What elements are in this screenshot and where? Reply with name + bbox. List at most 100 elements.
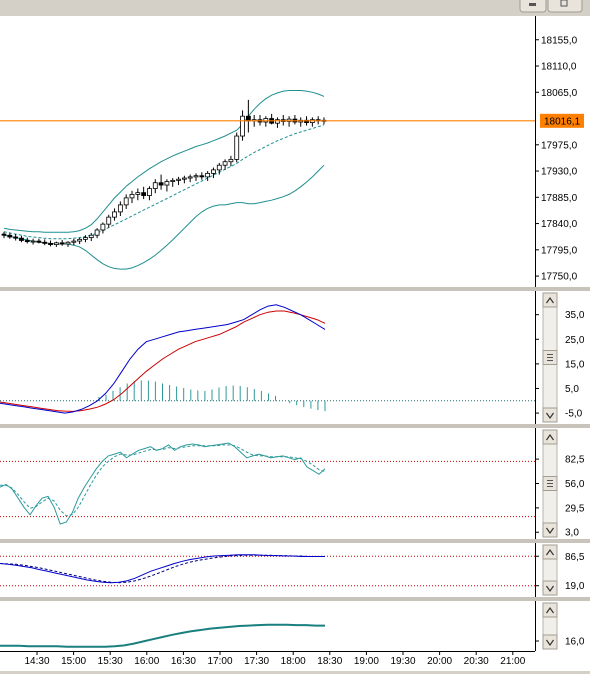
panel-3-scroll[interactable] (542, 429, 558, 538)
candle-body (13, 236, 19, 239)
panel-1-plot (0, 16, 535, 287)
panel-separator (0, 287, 590, 291)
price-tick-label: 17840,0 (541, 219, 578, 230)
x-tick-label: 15:30 (98, 656, 123, 667)
minimize-button[interactable] (519, 0, 547, 13)
x-tick-label: 18:30 (317, 656, 342, 667)
price-tick-label: 17975,0 (541, 140, 578, 151)
candle-body (94, 229, 100, 236)
candle-body (199, 175, 205, 178)
x-tick-label: 19:00 (354, 656, 379, 667)
x-tick-label: 17:00 (207, 656, 232, 667)
scroll-down-button[interactable] (542, 407, 558, 423)
candle-body (129, 193, 135, 199)
candle-body (187, 176, 193, 179)
candle-body (164, 181, 170, 186)
price-tick-label: 17750,0 (541, 272, 578, 283)
candle-body (135, 192, 141, 195)
candle-body (211, 169, 216, 174)
scroll-up-button[interactable] (542, 602, 558, 618)
candle-body (106, 216, 112, 225)
macd-tick-label: 35,0 (565, 310, 585, 321)
candle-body (42, 241, 48, 244)
scroll-thumb[interactable] (542, 476, 558, 491)
macd-tick-label: 25,0 (565, 335, 585, 346)
scroll-up-button[interactable] (542, 429, 558, 445)
x-tick-label: 19:30 (390, 656, 415, 667)
candle-body (53, 242, 59, 245)
indicator4-tick-label: 86,5 (565, 552, 585, 563)
indicator4-tick-label: 19,0 (565, 581, 585, 592)
current-price-label: 18016,1 (544, 116, 581, 127)
x-tick-label: 16:30 (171, 656, 196, 667)
x-axis: 14:30 15:00 15:30 16:00 16:30 17:00 17:30 18:00… (0, 651, 590, 671)
candle-body (30, 240, 36, 243)
panel-separator (0, 424, 590, 428)
candle-body (228, 158, 234, 163)
panel-5-scroll[interactable] (542, 602, 558, 650)
x-tick-label: 18:00 (281, 656, 306, 667)
stochastic-tick-label: 82,5 (565, 455, 585, 466)
candle-body (245, 115, 251, 122)
panel-separator (0, 539, 590, 543)
stochastic-tick-label: 29,5 (565, 503, 585, 514)
panel-separator (0, 597, 590, 601)
candle-body (71, 240, 77, 243)
candle-body (222, 161, 228, 166)
candle-body (123, 197, 129, 206)
x-tick-label: 17:30 (244, 656, 269, 667)
candle-body (83, 237, 88, 240)
scroll-down-button[interactable] (542, 522, 558, 538)
minimize-icon (529, 3, 536, 6)
candle-body (234, 135, 240, 160)
candle-body (240, 115, 245, 137)
scroll-up-bg (542, 429, 558, 445)
candle-body (19, 237, 24, 241)
candle-body (170, 179, 176, 182)
candle-body (48, 243, 53, 245)
candle-body (216, 164, 222, 171)
candle-body (36, 240, 42, 243)
candle-body (117, 204, 123, 213)
x-tick-label: 21:00 (500, 656, 525, 667)
scroll-down-button[interactable] (542, 580, 558, 596)
scroll-up-button[interactable] (542, 544, 558, 560)
panel-2-scroll[interactable] (542, 292, 558, 423)
candle-body (112, 211, 117, 218)
candle (234, 132, 240, 163)
candle-body (65, 241, 71, 245)
scroll-up-button[interactable] (542, 292, 558, 308)
candle-body (205, 172, 211, 178)
price-tick-label: 17795,0 (541, 245, 578, 256)
macd-tick-label: 15,0 (565, 359, 585, 370)
scroll-up-bg (542, 602, 558, 618)
candle-body (152, 182, 158, 189)
candle-body (176, 178, 181, 181)
stochastic-tick-label: 3,0 (565, 528, 579, 539)
candle-body (158, 182, 164, 186)
scroll-down-bg (542, 522, 558, 538)
price-tick-label: 17930,0 (541, 167, 578, 178)
scroll-down-button[interactable] (542, 634, 558, 650)
panel-4-scroll[interactable] (542, 544, 558, 596)
x-tick-label: 20:30 (464, 656, 489, 667)
panel-3-plot (0, 428, 535, 539)
chart-window: 18155,0 18110,0 18065,0 17975,0 17930,0 17885… (0, 0, 590, 671)
price-tick-label: 17885,0 (541, 193, 578, 204)
restore-button[interactable] (547, 0, 583, 13)
candle-body (77, 238, 83, 242)
candle-body (59, 242, 65, 245)
x-tick-label: 20:00 (427, 656, 452, 667)
macd-tick-label: -5,0 (565, 409, 583, 420)
panel-4-plot (0, 543, 535, 597)
candle-body (88, 234, 94, 238)
indicator5-tick-label: 16,0 (565, 637, 585, 648)
panel-2-plot (0, 291, 535, 424)
price-tick-label: 18065,0 (541, 88, 578, 99)
scroll-thumb[interactable] (542, 350, 558, 365)
candle-body (1, 233, 7, 236)
title-bar (0, 0, 590, 16)
x-tick-label: 14:30 (24, 656, 49, 667)
scroll-down-bg (542, 580, 558, 596)
candle-body (193, 175, 199, 178)
